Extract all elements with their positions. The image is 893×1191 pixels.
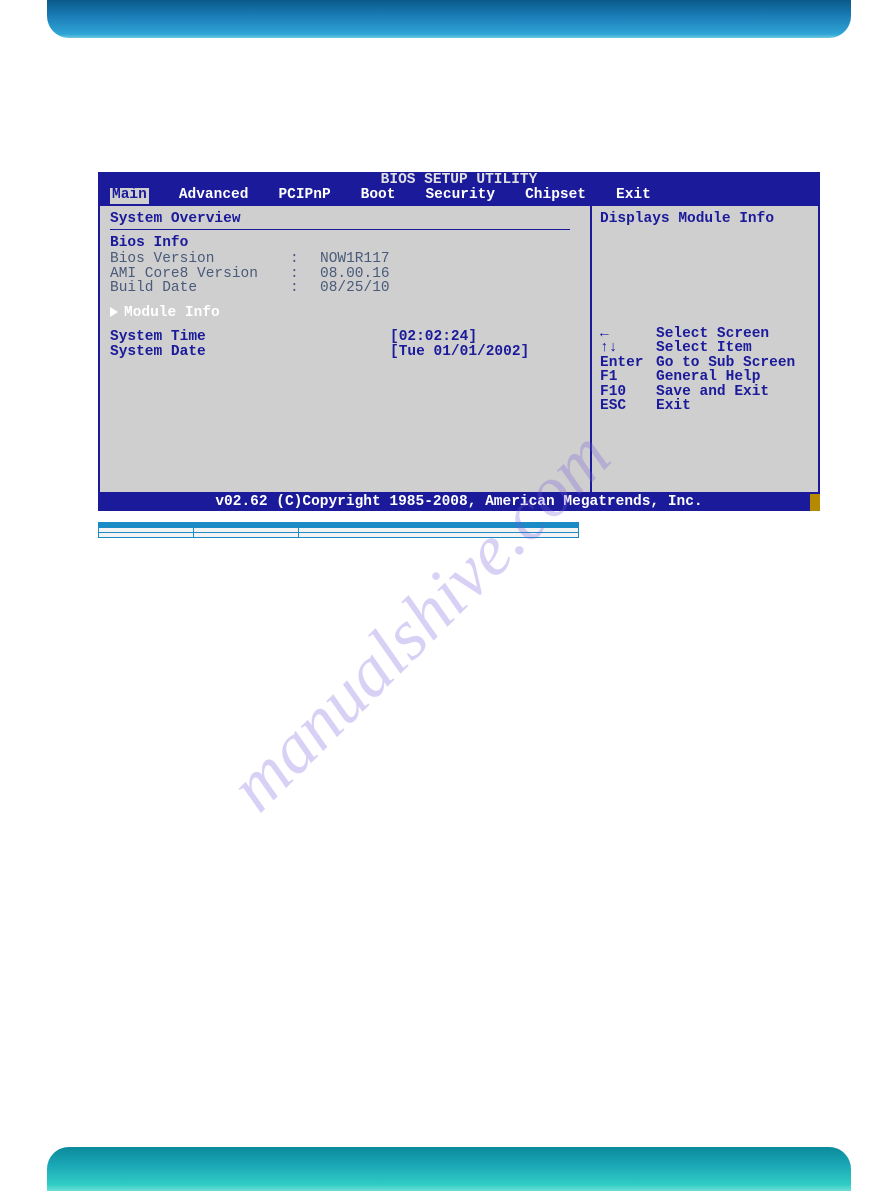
bios-tabs: Main Advanced PCIPnP Boot Security Chips…: [98, 188, 820, 204]
help-keys: ←Select Screen ↑↓Select Item EnterGo to …: [600, 327, 810, 414]
tab-advanced[interactable]: Advanced: [179, 188, 249, 204]
key-enter: Enter: [600, 356, 656, 371]
row-system-time[interactable]: System Time [02:02:24]: [110, 330, 580, 345]
value-system-time: [02:02:24]: [390, 330, 477, 345]
bios-footer: v02.62 (C)Copyright 1985-2008, American …: [98, 494, 820, 511]
section-bios-info: Bios Info: [110, 236, 580, 251]
key-left-desc: Select Screen: [656, 327, 769, 342]
label-ami-core: AMI Core8 Version: [110, 267, 290, 282]
key-f1-desc: General Help: [656, 370, 760, 385]
bios-screenshot: BIOS SETUP UTILITY Main Advanced PCIPnP …: [98, 172, 820, 511]
key-f10-desc: Save and Exit: [656, 385, 769, 400]
triangle-right-icon: [110, 307, 118, 317]
submenu-label: Module Info: [124, 305, 220, 321]
label-bios-version: Bios Version: [110, 252, 290, 267]
tab-exit[interactable]: Exit: [616, 188, 651, 204]
bios-body: System Overview Bios Info Bios Version :…: [98, 204, 820, 494]
row-system-date[interactable]: System Date [Tue 01/01/2002]: [110, 345, 580, 360]
value-build-date: 08/25/10: [320, 281, 390, 296]
row-bios-version: Bios Version : NOW1R117: [110, 252, 580, 267]
bottom-banner: [47, 1147, 851, 1191]
key-updown-desc: Select Item: [656, 341, 752, 356]
table-cell: [194, 533, 299, 538]
label-build-date: Build Date: [110, 281, 290, 296]
value-bios-version: NOW1R117: [320, 252, 390, 267]
colon: :: [290, 267, 320, 282]
bios-title: BIOS SETUP UTILITY: [98, 172, 820, 188]
key-left: ←: [600, 327, 656, 342]
key-updown: ↑↓: [600, 341, 656, 356]
tab-main[interactable]: Main: [110, 188, 149, 204]
row-ami-core: AMI Core8 Version : 08.00.16: [110, 267, 580, 282]
section-system-overview: System Overview: [110, 212, 580, 227]
key-esc-desc: Exit: [656, 399, 691, 414]
value-system-date: [Tue 01/01/2002]: [390, 345, 529, 360]
colon: :: [290, 252, 320, 267]
bios-right-pane: Displays Module Info ←Select Screen ↑↓Se…: [592, 204, 818, 494]
key-f10: F10: [600, 385, 656, 400]
table-row: [99, 533, 579, 538]
submenu-module-info[interactable]: Module Info: [110, 306, 580, 321]
bios-left-pane: System Overview Bios Info Bios Version :…: [100, 204, 592, 494]
tab-boot[interactable]: Boot: [361, 188, 396, 204]
key-enter-desc: Go to Sub Screen: [656, 356, 795, 371]
tab-security[interactable]: Security: [425, 188, 495, 204]
key-esc: ESC: [600, 399, 656, 414]
top-banner: [47, 0, 851, 38]
label-system-time: System Time: [110, 330, 390, 345]
label-system-date: System Date: [110, 345, 390, 360]
value-ami-core: 08.00.16: [320, 267, 390, 282]
table-cell: [299, 533, 579, 538]
rule: [110, 229, 570, 230]
help-title: Displays Module Info: [600, 212, 810, 227]
key-f1: F1: [600, 370, 656, 385]
settings-table: [98, 522, 579, 538]
tab-chipset[interactable]: Chipset: [525, 188, 586, 204]
row-build-date: Build Date : 08/25/10: [110, 281, 580, 296]
colon: :: [290, 281, 320, 296]
tab-pcipnp[interactable]: PCIPnP: [278, 188, 330, 204]
table-cell: [99, 533, 194, 538]
